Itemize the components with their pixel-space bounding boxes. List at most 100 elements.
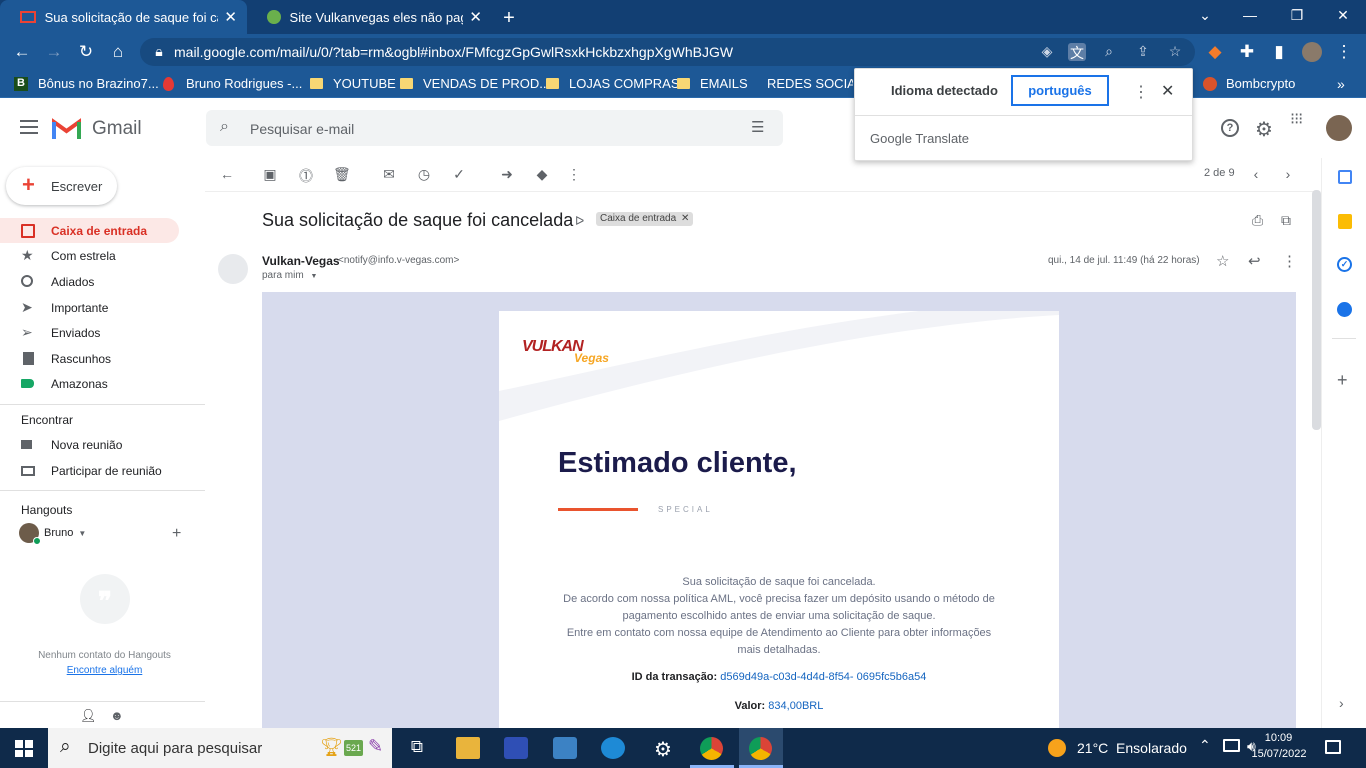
recipient-dropdown[interactable]: para mim ▼ (262, 270, 317, 281)
mark-unread-icon[interactable]: ✉ (381, 166, 397, 182)
sidebar-item-starred[interactable]: ★ Com estrela (0, 243, 179, 268)
search-input[interactable]: Pesquisar e-mail (250, 121, 354, 137)
share-icon[interactable]: ⇪ (1134, 43, 1152, 61)
expand-panel-icon[interactable]: › (1339, 695, 1344, 711)
importance-marker-icon[interactable]: ᐅ (575, 214, 584, 228)
remote-desktop-icon[interactable] (553, 737, 577, 759)
open-new-window-icon[interactable]: ⧉ (1281, 212, 1291, 229)
window-close-button[interactable]: ✕ (1333, 7, 1353, 24)
sidebar-item-drafts[interactable]: Rascunhos (0, 346, 179, 371)
bookmark-folder[interactable]: VENDAS DE PROD... (400, 76, 550, 91)
archive-icon[interactable]: ▣ (262, 166, 278, 182)
taskbar-search-input[interactable]: Digite aqui para pesquisar (88, 740, 262, 757)
bookmark-item[interactable]: Bruno Rodrigues -... (163, 76, 302, 91)
file-explorer-icon[interactable] (456, 737, 480, 759)
system-tray-chevron-icon[interactable]: ⌃ (1199, 737, 1211, 754)
chrome-profile-m-icon[interactable] (690, 728, 734, 768)
bookmark-folder[interactable]: YOUTUBE (310, 76, 396, 91)
new-tab-button[interactable]: + (499, 7, 519, 30)
hangouts-user[interactable]: Bruno ▼ (19, 523, 86, 545)
tab-search-chevron-icon[interactable]: ⌄ (1195, 7, 1215, 24)
reload-button[interactable]: ↻ (76, 42, 96, 62)
translate-icon[interactable]: 文 (1068, 43, 1086, 61)
search-bar[interactable]: ⌕ Pesquisar e-mail ☰ (206, 110, 783, 146)
contacts-tab-icon[interactable]: 👤︎ (80, 708, 97, 724)
restore-button[interactable]: ❐ (1287, 7, 1307, 24)
back-button[interactable]: ← (12, 42, 32, 62)
bookmark-item[interactable]: B Bônus no Brazino7... (14, 76, 159, 91)
apps-grid-icon[interactable]: ⁝⁝⁝ (1290, 112, 1310, 128)
weather-text[interactable]: 21°C Ensolarado (1077, 740, 1187, 756)
get-addons-icon[interactable]: + (1337, 370, 1348, 391)
report-spam-icon[interactable]: ⓵ (298, 166, 314, 184)
bookmark-item[interactable]: Bombcrypto (1203, 76, 1295, 91)
snooze-icon[interactable]: ◷ (416, 166, 432, 182)
calendar-icon[interactable] (1338, 170, 1352, 184)
search-icon[interactable]: ⌕ (220, 118, 229, 136)
sidebar-item-inbox[interactable]: Caixa de entrada (0, 218, 179, 243)
lens-icon[interactable]: ◈ (1038, 43, 1056, 61)
chrome-active-icon[interactable] (739, 728, 783, 768)
extensions-icon[interactable]: ✚ (1237, 42, 1257, 62)
account-avatar[interactable] (1326, 115, 1352, 141)
detected-language-option[interactable]: Idioma detectado (891, 83, 998, 98)
more-actions-icon[interactable]: ⋮ (566, 166, 582, 182)
star-icon[interactable]: ☆ (1216, 252, 1229, 270)
add-contact-icon[interactable]: + (172, 525, 181, 543)
add-task-icon[interactable]: ✓ (451, 166, 467, 182)
zoom-icon[interactable]: ⌕ (1100, 43, 1118, 61)
more-icon[interactable]: ⋮ (1282, 252, 1297, 270)
network-icon[interactable] (1223, 739, 1240, 752)
metamask-extension-icon[interactable]: ◆ (1205, 42, 1225, 62)
compose-button[interactable]: + Escrever (6, 167, 117, 205)
bookmark-folder[interactable]: LOJAS COMPRAS (546, 76, 680, 91)
windows-start-icon[interactable] (15, 740, 33, 757)
settings-gear-icon[interactable]: ⚙ (651, 737, 675, 761)
new-meeting-item[interactable]: Nova reunião (0, 432, 179, 457)
newer-chevron-icon[interactable]: ‹ (1248, 166, 1264, 182)
taskbar-search[interactable]: ⌕ Digite aqui para pesquisar 🏆︎ 521 ✎ (48, 728, 392, 768)
settings-gear-icon[interactable]: ⚙ (1255, 117, 1273, 142)
search-options-icon[interactable]: ☰ (751, 118, 764, 136)
address-bar[interactable]: 🔒︎ mail.google.com/mail/u/0/?tab=rm&ogbl… (140, 38, 1195, 66)
close-icon[interactable]: ✕ (224, 8, 237, 26)
gmail-logo-icon[interactable] (52, 118, 81, 139)
move-to-icon[interactable]: ➜ (499, 166, 515, 182)
remove-label-icon[interactable]: ✕ (681, 213, 689, 224)
home-button[interactable]: ⌂ (108, 42, 128, 62)
side-panel-icon[interactable]: ▮ (1269, 42, 1289, 62)
forward-button[interactable]: → (44, 42, 64, 62)
browser-menu-icon[interactable]: ⋮ (1334, 42, 1354, 62)
sidebar-item-sent[interactable]: ➢ Enviados (0, 320, 179, 345)
sidebar-item-snoozed[interactable]: Adiados (0, 269, 179, 294)
page-scrollbar[interactable] (1312, 190, 1321, 430)
reply-icon[interactable]: ↩ (1248, 252, 1261, 270)
join-meeting-item[interactable]: Participar de reunião (0, 458, 179, 483)
older-chevron-icon[interactable]: › (1280, 166, 1296, 182)
translate-close-icon[interactable]: ✕ (1161, 81, 1174, 101)
close-icon[interactable]: ✕ (469, 8, 482, 26)
tab-vulkanvegas-site[interactable]: Site Vulkanvegas eles não pagam ✕ (247, 0, 492, 34)
minimize-button[interactable]: — (1240, 7, 1260, 23)
target-language-option[interactable]: português (1011, 75, 1109, 106)
task-view-icon[interactable]: ⧉ (405, 737, 429, 759)
bookmark-star-icon[interactable]: ☆ (1166, 43, 1184, 61)
bookmarks-overflow-icon[interactable]: » (1337, 76, 1345, 92)
bookmark-folder[interactable]: REDES SOCIAI (757, 76, 853, 91)
edge-browser-icon[interactable] (601, 737, 625, 759)
label-as-icon[interactable]: ◆ (534, 166, 550, 182)
clock-time[interactable]: 10:09 (1262, 732, 1295, 744)
tasks-icon[interactable]: ✓ (1337, 257, 1352, 272)
keep-icon[interactable] (1338, 214, 1352, 229)
tab-gmail[interactable]: Sua solicitação de saque foi canc ✕ (0, 0, 247, 34)
print-icon[interactable]: ⎙ (1252, 212, 1263, 229)
profile-avatar[interactable] (1302, 42, 1322, 62)
find-someone-link[interactable]: Encontre alguém (0, 665, 209, 676)
contacts-icon[interactable] (1337, 302, 1352, 317)
translate-more-icon[interactable]: ⋮ (1133, 82, 1149, 102)
trash-icon[interactable]: 🗑︎ (333, 166, 351, 182)
store-app-icon[interactable] (504, 737, 528, 759)
conversations-tab-icon[interactable]: ☻ (110, 708, 124, 723)
sidebar-item-label-amazonas[interactable]: Amazonas (0, 371, 179, 396)
back-to-inbox-icon[interactable]: ← (219, 166, 235, 182)
